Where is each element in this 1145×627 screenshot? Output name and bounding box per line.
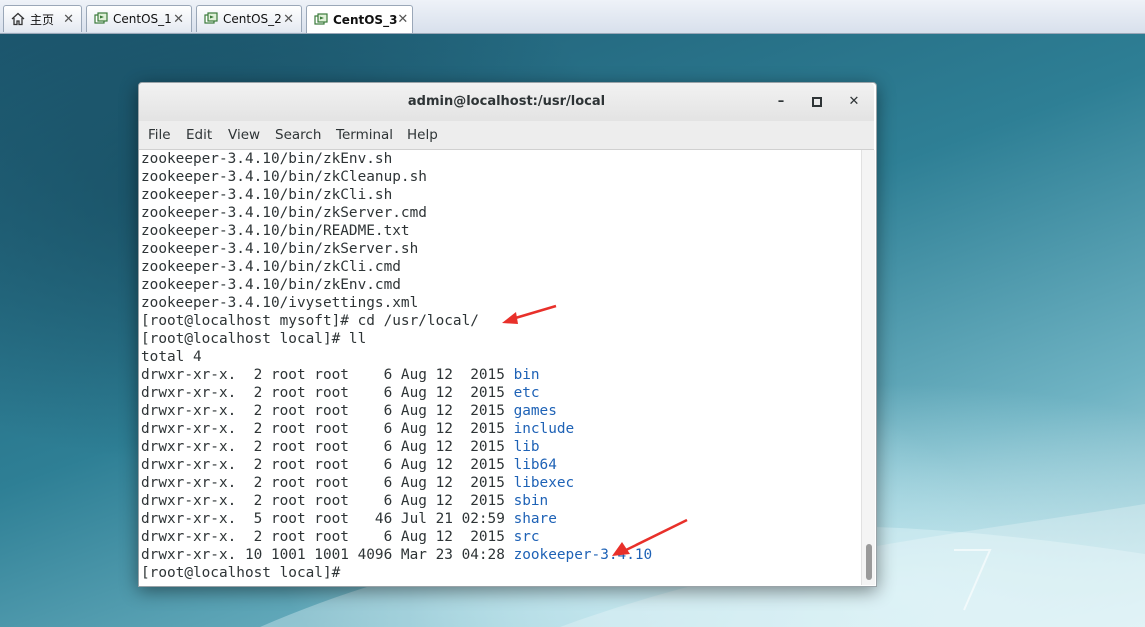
listing-meta: drwxr-xr-x. 2 root root 6 Aug 12 2015 [141, 403, 514, 419]
listing-row: drwxr-xr-x. 2 root root 6 Aug 12 2015 bi… [141, 366, 540, 384]
listing-dir-name: share [513, 511, 557, 527]
menu-view[interactable]: View [228, 127, 260, 143]
listing-dir-name: libexec [513, 475, 575, 491]
close-icon[interactable]: ✕ [63, 12, 74, 27]
output-line: zookeeper-3.4.10/bin/zkServer.cmd [141, 205, 427, 221]
vm-icon [204, 12, 218, 26]
listing-dir-name: sbin [513, 493, 549, 509]
close-button[interactable]: ✕ [843, 91, 865, 113]
tab-label: CentOS_2 [223, 12, 282, 26]
tab-centos-1[interactable]: CentOS_1 ✕ [86, 5, 192, 32]
scrollbar-thumb[interactable] [866, 544, 872, 580]
tab-label: 主页 [30, 12, 55, 27]
listing-meta: drwxr-xr-x. 2 root root 6 Aug 12 2015 [141, 493, 514, 509]
prompt-line[interactable]: [root@localhost local]# [141, 564, 349, 582]
listing-meta: drwxr-xr-x. 2 root root 6 Aug 12 2015 [141, 457, 514, 473]
listing-meta: drwxr-xr-x. 10 1001 1001 4096 Mar 23 04:… [141, 547, 514, 563]
output-line: zookeeper-3.4.10/bin/zkEnv.cmd [141, 277, 401, 293]
listing-row: drwxr-xr-x. 2 root root 6 Aug 12 2015 li… [141, 474, 574, 492]
listing-meta: drwxr-xr-x. 2 root root 6 Aug 12 2015 [141, 385, 514, 401]
close-icon[interactable]: ✕ [283, 12, 294, 27]
listing-row: drwxr-xr-x. 2 root root 6 Aug 12 2015 ga… [141, 402, 557, 420]
close-icon[interactable]: ✕ [173, 12, 184, 27]
menu-edit[interactable]: Edit [186, 127, 212, 143]
listing-row: drwxr-xr-x. 5 root root 46 Jul 21 02:59 … [141, 510, 557, 528]
tab-label: CentOS_1 [113, 12, 172, 26]
maximize-button[interactable] [806, 91, 828, 113]
listing-row: drwxr-xr-x. 2 root root 6 Aug 12 2015 sr… [141, 528, 540, 546]
annotation-arrow-cd [502, 304, 557, 324]
output-line: zookeeper-3.4.10/bin/README.txt [141, 223, 410, 239]
listing-dir-name: lib [513, 439, 540, 455]
listing-meta: drwxr-xr-x. 2 root root 6 Aug 12 2015 [141, 529, 514, 545]
tab-home[interactable]: 主页 ✕ [3, 5, 82, 32]
minimize-button[interactable]: – [770, 91, 792, 113]
vm-icon [314, 12, 328, 27]
terminal-window: admin@localhost:/usr/local – ✕ File Edit… [138, 82, 877, 587]
listing-row: drwxr-xr-x. 2 root root 6 Aug 12 2015 et… [141, 384, 540, 402]
listing-meta: drwxr-xr-x. 5 root root 46 Jul 21 02:59 [141, 511, 514, 527]
listing-row: drwxr-xr-x. 2 root root 6 Aug 12 2015 in… [141, 420, 574, 438]
menu-search[interactable]: Search [275, 127, 321, 143]
listing-meta: drwxr-xr-x. 2 root root 6 Aug 12 2015 [141, 421, 514, 437]
tab-label: CentOS_3 [333, 12, 398, 27]
listing-dir-name: include [513, 421, 575, 437]
listing-meta: drwxr-xr-x. 2 root root 6 Aug 12 2015 [141, 367, 514, 383]
listing-dir-name: bin [513, 367, 540, 383]
listing-dir-name: src [513, 529, 540, 545]
listing-dir-name: games [513, 403, 557, 419]
shell-prompt: [root@localhost local]# [141, 565, 349, 581]
close-icon[interactable]: ✕ [397, 12, 408, 27]
listing-row: drwxr-xr-x. 10 1001 1001 4096 Mar 23 04:… [141, 546, 652, 564]
listing-row: drwxr-xr-x. 2 root root 6 Aug 12 2015 li… [141, 438, 540, 456]
output-line: zookeeper-3.4.10/ivysettings.xml [141, 295, 419, 311]
output-line: total 4 [141, 349, 202, 365]
tab-centos-3[interactable]: CentOS_3 ✕ [306, 5, 413, 33]
annotation-arrow-zookeeper [612, 518, 688, 556]
command-line-ll: [root@localhost local]# ll [141, 331, 367, 347]
command-line-cd: [root@localhost mysoft]# cd /usr/local/ [141, 313, 479, 329]
window-title: admin@localhost:/usr/local [407, 94, 606, 109]
output-line: zookeeper-3.4.10/bin/zkCli.cmd [141, 259, 401, 275]
listing-dir-name: lib64 [513, 457, 557, 473]
menu-terminal[interactable]: Terminal [336, 127, 393, 143]
terminal-output[interactable]: zookeeper-3.4.10/bin/zkEnv.sh zookeeper-… [139, 150, 861, 585]
listing-row: drwxr-xr-x. 2 root root 6 Aug 12 2015 sb… [141, 492, 548, 510]
output-line: zookeeper-3.4.10/bin/zkCleanup.sh [141, 169, 427, 185]
window-titlebar[interactable]: admin@localhost:/usr/local – ✕ [139, 83, 874, 121]
listing-meta: drwxr-xr-x. 2 root root 6 Aug 12 2015 [141, 439, 514, 455]
centos-7-mark [954, 549, 992, 611]
scrollbar[interactable] [861, 150, 875, 585]
vm-tab-bar: 主页 ✕ CentOS_1 ✕ CentOS_2 ✕ CentOS_3 ✕ [0, 0, 1145, 34]
vm-icon [94, 12, 108, 26]
output-line: zookeeper-3.4.10/bin/zkCli.sh [141, 187, 393, 203]
menu-help[interactable]: Help [407, 127, 438, 143]
home-icon [11, 12, 25, 26]
listing-dir-name: etc [513, 385, 540, 401]
listing-row: drwxr-xr-x. 2 root root 6 Aug 12 2015 li… [141, 456, 557, 474]
menu-file[interactable]: File [148, 127, 171, 143]
maximize-icon [812, 97, 822, 107]
listing-meta: drwxr-xr-x. 2 root root 6 Aug 12 2015 [141, 475, 514, 491]
output-line: zookeeper-3.4.10/bin/zkEnv.sh [141, 151, 393, 167]
tab-centos-2[interactable]: CentOS_2 ✕ [196, 5, 302, 32]
menu-bar: File Edit View Search Terminal Help [139, 121, 874, 150]
output-line: zookeeper-3.4.10/bin/zkServer.sh [141, 241, 419, 257]
